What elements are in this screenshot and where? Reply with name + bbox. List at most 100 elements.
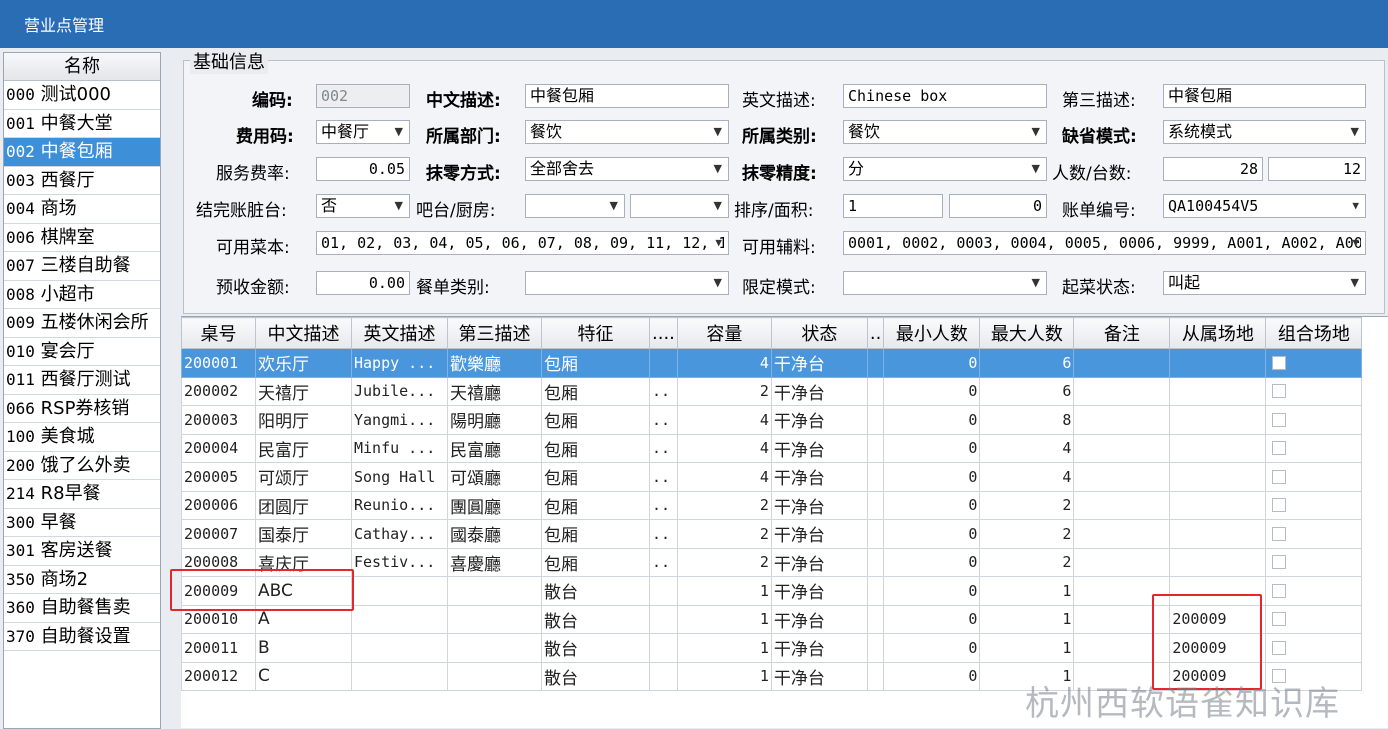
- order-type-select[interactable]: ▼: [525, 271, 729, 295]
- outlet-list-item[interactable]: 300 早餐: [4, 509, 160, 537]
- prepay-label: 预收金额:: [216, 278, 290, 298]
- tables-field[interactable]: 12: [1268, 157, 1366, 181]
- dept-select[interactable]: 餐饮 ▼: [525, 120, 729, 144]
- dirty-table-select[interactable]: 否 ▼: [316, 194, 410, 218]
- outlet-list-item[interactable]: 350 商场2: [4, 566, 160, 594]
- cell-en: [351, 576, 448, 606]
- outlet-list-item[interactable]: 360 自助餐售卖: [4, 594, 160, 623]
- chevron-down-icon: ▼: [713, 199, 722, 212]
- table-row[interactable]: 200001 欢乐厅 Happy ... 歡樂廳 包厢 4 干净台 0 6: [181, 348, 1363, 378]
- column-header[interactable]: ..: [866, 317, 885, 349]
- column-header[interactable]: ....: [649, 317, 678, 349]
- combined-checkbox[interactable]: [1272, 384, 1287, 399]
- sort-field[interactable]: 1: [843, 194, 943, 218]
- column-header[interactable]: 中文描述: [255, 317, 352, 349]
- outlet-list-item[interactable]: 003 西餐厅: [4, 167, 160, 195]
- combined-checkbox[interactable]: [1272, 355, 1287, 370]
- aux-select[interactable]: 0001, 0002, 0003, 0004, 0005, 0006, 9999…: [843, 231, 1366, 255]
- outlet-list-item[interactable]: 009 五楼休闲会所: [4, 309, 160, 338]
- limit-mode-select[interactable]: ▼: [843, 271, 1047, 295]
- outlet-name: R8早餐: [40, 483, 101, 504]
- area-field[interactable]: 0: [949, 194, 1047, 218]
- cell-status: 干净台: [770, 490, 868, 520]
- table-row[interactable]: 200007 国泰厅 Cathay... 國泰廳 包厢.. 2 干净台 0 2: [181, 519, 1363, 549]
- outlet-list-item[interactable]: 006 棋牌室: [4, 224, 160, 252]
- column-header[interactable]: 备注: [1073, 317, 1171, 349]
- cell-note: [1073, 519, 1171, 549]
- service-rate-field[interactable]: 0.05: [316, 157, 410, 181]
- column-header[interactable]: 组合场地: [1265, 317, 1363, 349]
- category-select[interactable]: 餐饮 ▼: [843, 120, 1047, 144]
- combined-checkbox[interactable]: [1272, 441, 1287, 456]
- cell-cap: 4: [676, 462, 772, 492]
- column-header[interactable]: 从属场地: [1169, 317, 1267, 349]
- column-header[interactable]: 特征: [541, 317, 650, 349]
- column-header[interactable]: 第三描述: [447, 317, 542, 349]
- column-header[interactable]: 状态: [770, 317, 868, 349]
- people-field[interactable]: 28: [1163, 157, 1263, 181]
- cell-cn: C: [255, 661, 352, 691]
- column-header[interactable]: 容量: [676, 317, 772, 349]
- combined-checkbox[interactable]: [1272, 612, 1287, 627]
- cell-combined: [1265, 547, 1363, 577]
- combined-checkbox[interactable]: [1272, 498, 1287, 513]
- outlet-list-item[interactable]: 370 自助餐设置: [4, 623, 160, 651]
- code-field[interactable]: 002: [316, 84, 410, 108]
- outlet-list-item[interactable]: 200 饿了么外卖: [4, 452, 160, 480]
- menu-select[interactable]: 01, 02, 03, 04, 05, 06, 07, 08, 09, 11, …: [316, 231, 729, 255]
- combined-checkbox[interactable]: [1272, 583, 1287, 598]
- prepay-field[interactable]: 0.00: [316, 271, 410, 295]
- column-header[interactable]: 英文描述: [351, 317, 448, 349]
- serve-status-select[interactable]: 叫起 ▼: [1163, 271, 1366, 295]
- cell-dots: ..: [649, 433, 678, 463]
- table-row[interactable]: 200004 民富厅 Minfu ... 民富廳 包厢.. 4 干净台 0 4: [181, 433, 1363, 463]
- bar-select[interactable]: ▼: [525, 194, 625, 218]
- cell-status: 干净台: [770, 433, 868, 463]
- outlet-list-item[interactable]: 301 客房送餐: [4, 537, 160, 566]
- outlet-list-item[interactable]: 100 美食城: [4, 423, 160, 452]
- outlet-list-item[interactable]: 004 商场: [4, 195, 160, 224]
- cell-dots: [649, 604, 678, 634]
- outlet-list-item[interactable]: 214 R8早餐: [4, 480, 160, 509]
- combined-checkbox[interactable]: [1272, 412, 1287, 427]
- outlet-list-item[interactable]: 008 小超市: [4, 281, 160, 309]
- outlet-list-item[interactable]: 000 测试000: [4, 81, 160, 110]
- cell-dots: ..: [649, 490, 678, 520]
- cell-cn: 国泰厅: [255, 519, 352, 549]
- cn-desc-field[interactable]: 中餐包厢: [525, 84, 729, 108]
- kitchen-select[interactable]: ▼: [630, 194, 729, 218]
- combined-checkbox[interactable]: [1272, 555, 1287, 570]
- table-row[interactable]: 200006 团圆厅 Reunio... 團圓廳 包厢.. 2 干净台 0 2: [181, 490, 1363, 520]
- outlet-list-item[interactable]: 010 宴会厅: [4, 338, 160, 366]
- cell-dd: [866, 661, 885, 691]
- outlet-code: 214: [6, 484, 35, 503]
- default-mode-select[interactable]: 系统模式 ▼: [1163, 120, 1366, 144]
- table-row[interactable]: 200008 喜庆厅 Festiv... 喜慶廳 包厢.. 2 干净台 0 2: [181, 547, 1363, 577]
- outlet-list-item[interactable]: 002 中餐包厢: [4, 138, 160, 167]
- bar-kitchen-label: 吧台/厨房:: [416, 201, 496, 221]
- outlet-list-item[interactable]: 001 中餐大堂: [4, 110, 160, 138]
- outlet-list-item[interactable]: 007 三楼自助餐: [4, 252, 160, 281]
- combined-checkbox[interactable]: [1272, 640, 1287, 655]
- combined-checkbox[interactable]: [1272, 469, 1287, 484]
- cell-min: 0: [883, 405, 981, 435]
- table-row[interactable]: 200005 可颂厅 Song Hall 可頌廳 包厢.. 4 干净台 0 4: [181, 462, 1363, 492]
- bill-no-select[interactable]: QA100454V5 ▼: [1163, 194, 1366, 218]
- column-header[interactable]: 最大人数: [979, 317, 1075, 349]
- combined-checkbox[interactable]: [1272, 526, 1287, 541]
- cell-en: Cathay...: [351, 519, 448, 549]
- outlet-code: 001: [6, 113, 35, 133]
- column-header[interactable]: 桌号: [181, 317, 256, 349]
- en-desc-field[interactable]: Chinese box: [843, 84, 1047, 108]
- table-row[interactable]: 200002 天禧厅 Jubile... 天禧廳 包厢.. 2 干净台 0 6: [181, 376, 1363, 406]
- precision-select[interactable]: 分 ▼: [843, 157, 1047, 181]
- fee-code-select[interactable]: 中餐厅 ▼: [316, 120, 410, 144]
- cell-status: 干净台: [770, 661, 868, 691]
- cell-status: 干净台: [770, 519, 868, 549]
- column-header[interactable]: 最小人数: [883, 317, 981, 349]
- third-desc-field[interactable]: 中餐包厢: [1163, 84, 1366, 108]
- rounding-select[interactable]: 全部舍去 ▼: [525, 157, 729, 181]
- outlet-list-item[interactable]: 011 西餐厅测试: [4, 366, 160, 395]
- table-row[interactable]: 200003 阳明厅 Yangmi... 陽明廳 包厢.. 4 干净台 0 8: [181, 405, 1363, 435]
- outlet-list-item[interactable]: 066 RSP券核销: [4, 395, 160, 423]
